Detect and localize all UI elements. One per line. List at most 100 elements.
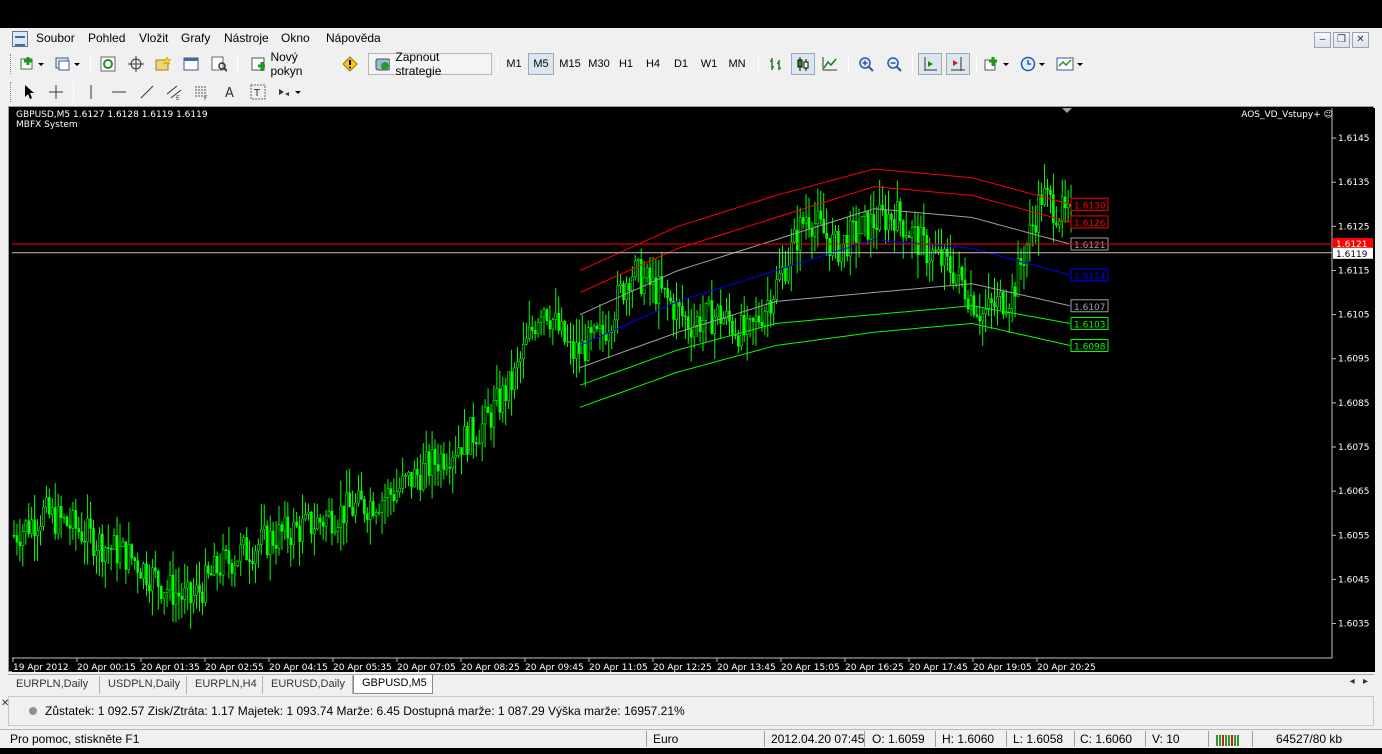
zoom-in-button[interactable] xyxy=(854,53,878,75)
new-order-button[interactable]: Nový pokyn xyxy=(244,50,334,78)
equidistant-channel-button[interactable]: E xyxy=(163,81,185,103)
candle-body xyxy=(934,249,937,252)
timeframe-button[interactable]: W1 xyxy=(697,53,721,75)
candle-body xyxy=(336,527,340,532)
band-line xyxy=(579,186,1071,293)
menu-insert[interactable]: Vložit xyxy=(139,31,168,45)
terminal-button[interactable] xyxy=(179,53,203,75)
connection-indicator-icon xyxy=(1216,735,1239,746)
toolbar-grip[interactable] xyxy=(10,54,13,74)
candle-body xyxy=(722,318,725,324)
timeframe-button[interactable]: MN xyxy=(724,53,750,75)
candle-body xyxy=(189,582,192,604)
trendline-button[interactable] xyxy=(136,81,158,103)
tab-scroll-arrows[interactable]: ◂ ▸ xyxy=(1350,676,1368,687)
candle-body xyxy=(1043,187,1046,205)
tab-eurpln-daily[interactable]: EURPLN,Daily xyxy=(8,676,100,694)
timeframe-button[interactable]: H1 xyxy=(614,53,638,75)
menu-view[interactable]: Pohled xyxy=(88,31,125,45)
crosshair-icon xyxy=(128,56,144,72)
favorites-button[interactable] xyxy=(151,53,175,75)
candle-body xyxy=(1049,189,1052,196)
strategy-tester-button[interactable] xyxy=(207,53,231,75)
profiles-button[interactable] xyxy=(52,53,84,75)
price-chart[interactable]: 1.6145 1.6135 1.6125 1.6115 1.6105 1.6095 1.60… xyxy=(12,108,1375,672)
menu-help[interactable]: Nápověda xyxy=(326,31,381,45)
auto-scroll-button[interactable] xyxy=(918,53,942,75)
candle-body xyxy=(949,256,952,274)
text-tool-button[interactable]: A xyxy=(219,81,241,103)
horizontal-line-button[interactable] xyxy=(108,81,130,103)
vertical-line-button[interactable] xyxy=(80,81,102,103)
auto-scroll-icon xyxy=(924,57,937,71)
close-icon[interactable]: ✕ xyxy=(1352,32,1369,48)
window-controls: – ❐ ✕ xyxy=(1312,31,1372,48)
timeframe-button[interactable]: M30 xyxy=(585,53,613,75)
candle-body xyxy=(62,516,66,519)
folder-star-icon xyxy=(155,56,171,71)
candle-body xyxy=(560,321,563,331)
timeframe-button[interactable]: H4 xyxy=(641,53,665,75)
candlestick-button[interactable] xyxy=(791,53,815,75)
arrows-button[interactable] xyxy=(275,81,307,103)
toolbar-grip[interactable] xyxy=(10,82,13,102)
candle-body xyxy=(675,302,678,320)
candle-body xyxy=(866,211,870,240)
cursor-button[interactable] xyxy=(18,81,40,103)
candle-body xyxy=(996,296,999,308)
minimize-icon[interactable]: – xyxy=(1314,32,1331,48)
candle-body xyxy=(277,524,281,549)
candle-body xyxy=(195,584,198,596)
candle-body xyxy=(790,241,793,267)
menu-tools[interactable]: Nástroje xyxy=(224,31,269,45)
menu-file[interactable]: Soubor xyxy=(36,31,75,45)
timeframe-button[interactable]: M1 xyxy=(502,53,526,75)
navigator-button[interactable] xyxy=(124,53,148,75)
candle-body xyxy=(448,466,452,469)
indicators-button[interactable] xyxy=(982,53,1014,75)
timeframe-button[interactable]: D1 xyxy=(669,53,693,75)
signals-button[interactable] xyxy=(338,53,362,75)
chart-shift-button[interactable] xyxy=(946,53,970,75)
candle-body xyxy=(837,230,840,263)
tab-gbpusd-m5[interactable]: GBPUSD,M5 xyxy=(353,675,433,694)
panel-close-icon[interactable]: ✕ xyxy=(1,698,9,709)
y-tick-label: 1.6075 xyxy=(1338,443,1370,453)
candle-body xyxy=(937,249,940,252)
x-tick-label: 20 Apr 15:05 xyxy=(781,663,840,672)
periodicity-button[interactable] xyxy=(1018,53,1050,75)
tab-eurusd-daily[interactable]: EURUSD,Daily xyxy=(263,676,353,694)
candle-body xyxy=(368,501,372,520)
candle-body xyxy=(843,235,846,245)
chart-window[interactable]: 1.6145 1.6135 1.6125 1.6115 1.6105 1.6095 1.60… xyxy=(8,106,1375,672)
chart-tabs: EURPLN,Daily USDPLN,Daily EURPLN,H4 EURU… xyxy=(8,674,1374,694)
timeframe-button[interactable]: M15 xyxy=(556,53,584,75)
market-watch-button[interactable] xyxy=(96,53,120,75)
candle-body xyxy=(598,324,602,329)
menu-charts[interactable]: Grafy xyxy=(181,31,210,45)
fibonacci-button[interactable]: F xyxy=(191,81,213,103)
app-icon[interactable] xyxy=(12,31,28,47)
candle-body xyxy=(260,528,263,545)
tab-usdpln-daily[interactable]: USDPLN,Daily xyxy=(100,676,187,694)
crosshair-tool-button[interactable] xyxy=(45,81,67,103)
timeframe-button-active[interactable]: M5 xyxy=(528,53,554,75)
candle-body xyxy=(124,541,128,570)
restore-icon[interactable]: ❐ xyxy=(1333,32,1350,48)
chart-area[interactable]: 1.6145 1.6135 1.6125 1.6115 1.6105 1.6095 1.60… xyxy=(12,108,1375,672)
auto-trading-button[interactable]: Zapnout strategie xyxy=(368,50,492,78)
candle-body xyxy=(972,295,976,316)
candle-body xyxy=(333,531,337,534)
candle-body xyxy=(307,512,310,515)
tab-eurpln-h4[interactable]: EURPLN,H4 xyxy=(187,676,263,694)
new-chart-button[interactable] xyxy=(18,53,48,75)
new-order-icon xyxy=(251,57,266,71)
zoom-out-button[interactable] xyxy=(882,53,906,75)
bar-chart-button[interactable] xyxy=(764,53,788,75)
candle-body xyxy=(925,235,929,264)
text-label-button[interactable]: T xyxy=(247,81,269,103)
channel-icon: E xyxy=(166,85,182,100)
line-chart-button[interactable] xyxy=(818,53,842,75)
templates-button[interactable] xyxy=(1054,53,1088,75)
menu-window[interactable]: Okno xyxy=(281,31,310,45)
